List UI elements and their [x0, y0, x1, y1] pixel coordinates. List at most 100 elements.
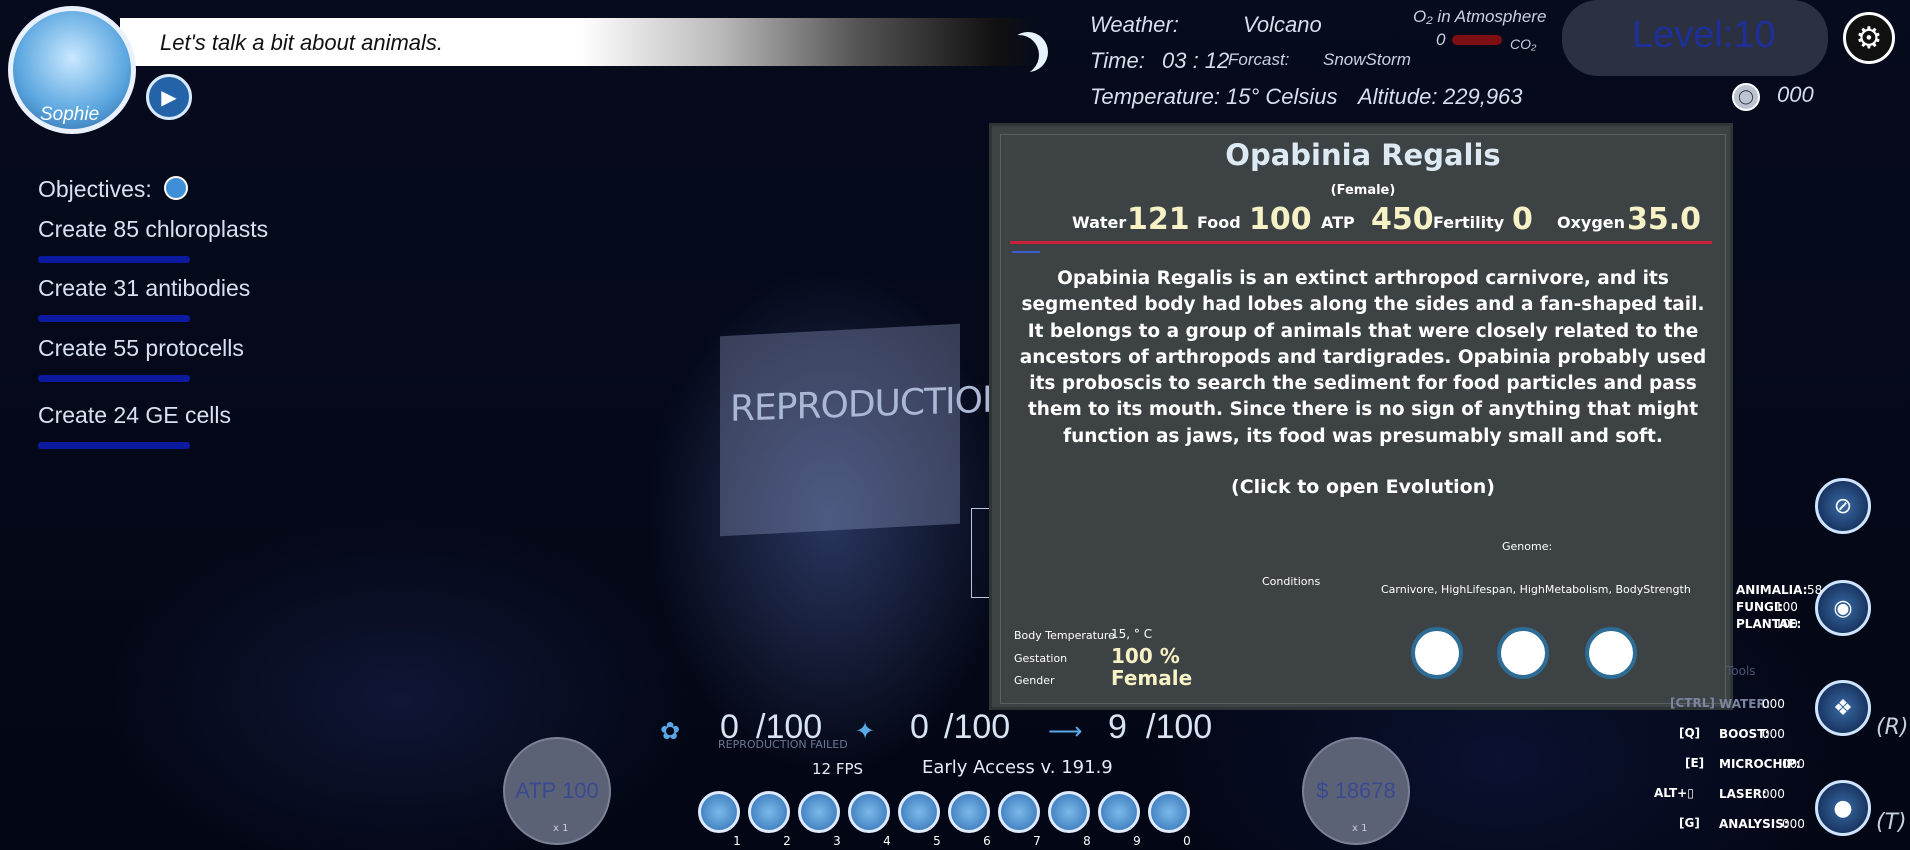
tool-key: [E]: [1685, 756, 1705, 770]
objective-progress: [38, 442, 190, 449]
gear-icon: ⚙: [1855, 20, 1883, 56]
kingdom-label: ANIMALIA:: [1736, 583, 1808, 597]
hotbar-slot[interactable]: [998, 791, 1040, 833]
temperature-label: Temperature:: [1090, 84, 1221, 109]
dna-key-hint: (R): [1876, 715, 1909, 740]
stat-value-atp: 450: [1371, 202, 1434, 237]
dna-icon: ❖: [1833, 695, 1853, 721]
weather-value: Volcano: [1243, 12, 1322, 37]
progress-indicator: [1012, 251, 1040, 253]
gene-slot[interactable]: [1585, 627, 1637, 679]
tool-label: LASER:: [1719, 787, 1767, 801]
stat-label-fertility: Fertility: [1433, 213, 1505, 232]
dna-button[interactable]: ❖: [1815, 680, 1871, 736]
species-name: Opabinia Regalis: [1225, 138, 1501, 172]
shield-count: 000: [1777, 82, 1814, 107]
gender-value: Female: [1111, 666, 1193, 690]
kill-tool-button[interactable]: ⊘: [1815, 478, 1871, 534]
dialogue-next-button[interactable]: ▶: [146, 74, 192, 120]
hotbar-slot[interactable]: [1148, 791, 1190, 833]
genome-label: Genome:: [1502, 540, 1553, 553]
objective-item: Create 55 protocells: [38, 335, 244, 361]
tool-key: [CTRL]: [1670, 696, 1715, 710]
network-button[interactable]: ●: [1815, 780, 1871, 836]
network-icon: ●: [1833, 795, 1853, 821]
stat-label-atp: ATP: [1321, 213, 1355, 232]
resource-current: 0: [910, 708, 929, 746]
dialogue-text: Let's talk a bit about animals.: [160, 30, 444, 55]
network-key-hint: (T): [1876, 810, 1907, 835]
atp-multiplier: x 1: [553, 823, 569, 834]
altitude-label: Altitude:: [1358, 84, 1438, 109]
dinosaur-icon: ⟶: [1048, 717, 1083, 745]
altitude-value: 229,963: [1443, 84, 1523, 109]
hotbar-slot[interactable]: [748, 791, 790, 833]
gene-slot[interactable]: [1497, 627, 1549, 679]
hotbar-number: 9: [1133, 834, 1141, 848]
genome-traits: Carnivore, HighLifespan, HighMetabolism,…: [1381, 583, 1691, 596]
hotbar-slot[interactable]: [1048, 791, 1090, 833]
o2-gauge: [1452, 35, 1502, 45]
moon-icon: [1008, 32, 1048, 72]
objective-item: Create 31 antibodies: [38, 275, 251, 301]
gestation-label: Gestation: [1014, 652, 1068, 665]
hotbar-number: 0: [1183, 834, 1191, 848]
hotbar-slot[interactable]: [848, 791, 890, 833]
hotbar-number: 5: [933, 834, 941, 848]
tool-value: 000: [1762, 727, 1785, 741]
species-description: Opabinia Regalis is an extinct arthropod…: [1019, 268, 1707, 447]
gender-label: Gender: [1014, 674, 1055, 687]
body-temp-value: 15, ° C: [1111, 627, 1153, 641]
globe-icon: ◉: [1833, 595, 1853, 621]
hotbar-number: 6: [983, 834, 991, 848]
resource-max: /100: [944, 708, 1011, 746]
gestation-value: 100 %: [1111, 644, 1180, 668]
gene-slot[interactable]: [1411, 627, 1463, 679]
tool-value: 000: [1782, 817, 1805, 831]
hotbar-slot[interactable]: [948, 791, 990, 833]
resource-current: 9: [1108, 708, 1127, 746]
stat-divider: [1010, 241, 1712, 244]
hotbar-slot[interactable]: [1098, 791, 1140, 833]
objective-item: Create 24 GE cells: [38, 402, 232, 428]
co2-label: CO₂: [1510, 36, 1537, 52]
crossed-out-icon: ⊘: [1833, 493, 1853, 519]
stat-value-fertility: 0: [1512, 202, 1533, 237]
hotbar-number: 7: [1033, 834, 1041, 848]
tools-title: Tools: [1726, 664, 1756, 678]
leaf-icon: ✿: [660, 717, 681, 745]
objective-progress: [38, 315, 190, 322]
world-button[interactable]: ◉: [1815, 580, 1871, 636]
hotbar-number: 4: [883, 834, 891, 848]
tool-key: ALT+▯: [1654, 786, 1694, 800]
tool-value: 000: [1762, 697, 1785, 711]
version-label: Early Access v. 191.9: [922, 757, 1113, 778]
level-label: Level:10: [1632, 14, 1776, 56]
hotbar-number: 3: [833, 834, 841, 848]
hotbar-slot[interactable]: [698, 791, 740, 833]
hotbar-slot[interactable]: [898, 791, 940, 833]
o2-value: 0: [1436, 30, 1446, 49]
hotbar-slot[interactable]: [798, 791, 840, 833]
money-multiplier: x 1: [1352, 823, 1368, 834]
stat-label-food: Food: [1197, 213, 1241, 232]
weather-label: Weather:: [1090, 12, 1179, 37]
kingdom-value: 100: [1775, 617, 1798, 631]
stat-value-oxygen: 35.0: [1627, 202, 1702, 237]
reproduction-failed-text: REPRODUCTION FAILED: [718, 738, 848, 751]
settings-button[interactable]: ⚙: [1843, 12, 1895, 64]
shield-icon: ◯: [1732, 83, 1760, 111]
tool-key: [Q]: [1679, 726, 1701, 740]
hotbar-number: 2: [783, 834, 791, 848]
hotbar-number: 8: [1083, 834, 1091, 848]
stat-value-water: 121: [1127, 202, 1190, 237]
objectives-title: Objectives:: [38, 176, 152, 202]
fish-icon: ✦: [855, 717, 876, 745]
tool-value: 000: [1762, 787, 1785, 801]
conditions-label: Conditions: [1262, 575, 1321, 588]
objective-progress: [38, 375, 190, 382]
kingdom-value: 100: [1775, 600, 1798, 614]
species-sex: (Female): [1330, 183, 1396, 198]
open-evolution-link[interactable]: (Click to open Evolution): [1000, 476, 1726, 498]
objectives-toggle-icon[interactable]: [164, 176, 188, 200]
